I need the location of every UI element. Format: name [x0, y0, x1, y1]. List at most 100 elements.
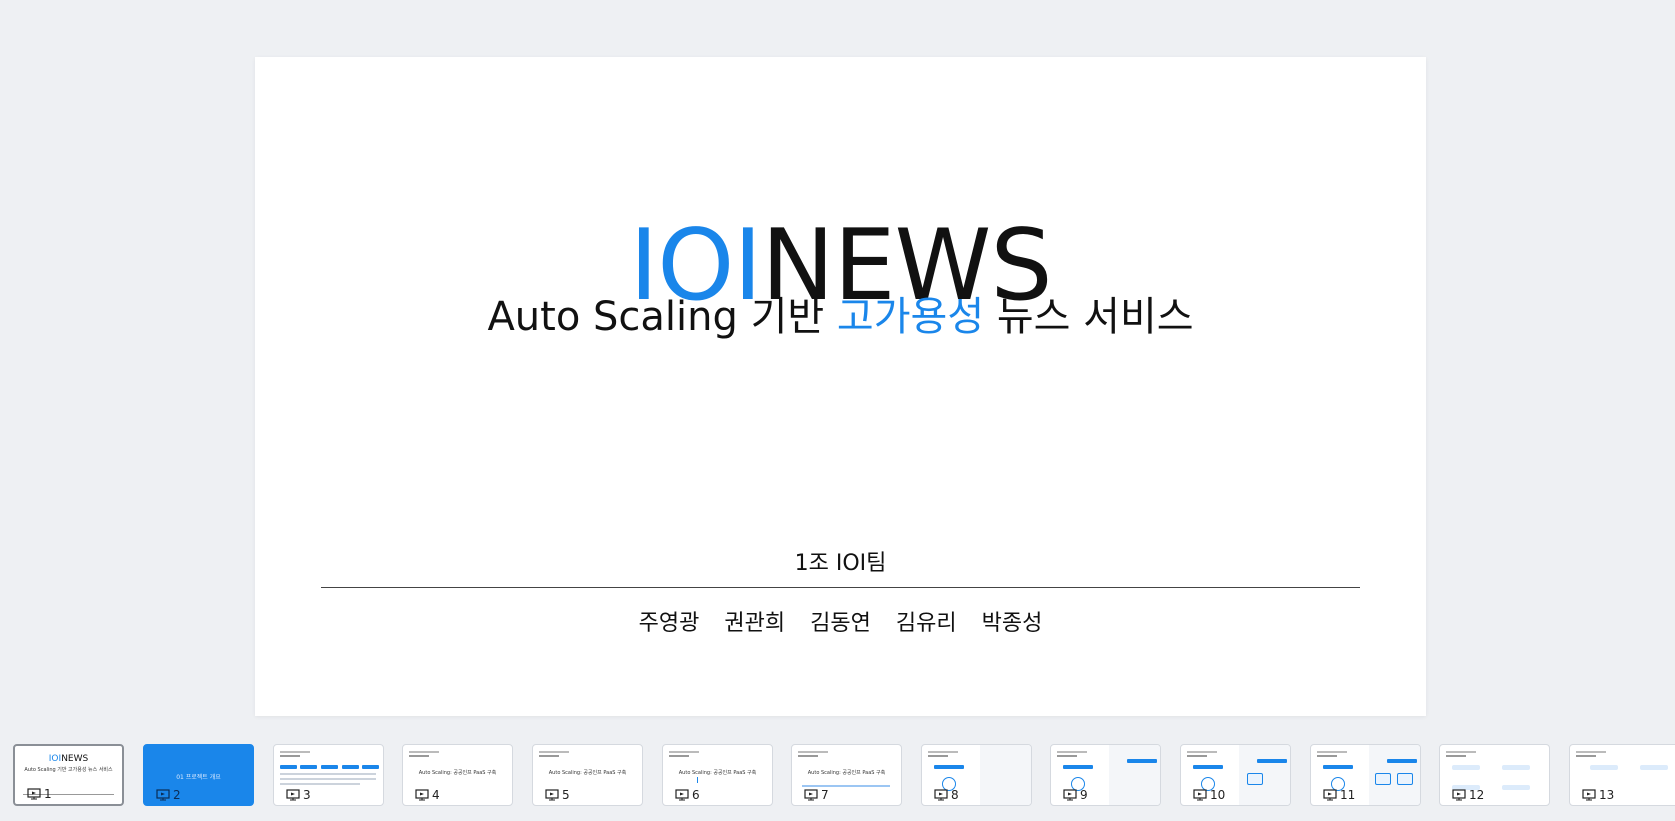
thumb-label: 3 — [286, 788, 311, 802]
thumb-label: 12 — [1452, 788, 1484, 802]
slide-thumbnail-8[interactable]: 8 — [921, 744, 1032, 806]
thumb-number: 2 — [173, 788, 181, 802]
thumb-label: 5 — [545, 788, 570, 802]
thumb-label: 8 — [934, 788, 959, 802]
slide-thumbnail-2[interactable]: 01 프로젝트 개요 2 — [143, 744, 254, 806]
thumb-heading — [280, 751, 310, 753]
thumb-number: 10 — [1210, 788, 1226, 802]
thumb-heading — [928, 755, 948, 757]
thumb-label: 6 — [675, 788, 700, 802]
thumb-heading — [1057, 751, 1087, 753]
thumb-text: Auto Scaling: 공공인프 PaaS 구축 — [678, 770, 757, 776]
member-name: 권관희 — [724, 611, 786, 636]
slide-thumbnail-6[interactable]: Auto Scaling: 공공인프 PaaS 구축 6 — [662, 744, 773, 806]
thumb-bar — [934, 765, 964, 769]
thumb-box — [1590, 765, 1618, 770]
thumb-bar — [300, 765, 317, 769]
slide-thumbnail-13[interactable]: 13 — [1569, 744, 1675, 806]
thumb-bar — [280, 765, 297, 769]
slide-thumbnail-5[interactable]: Auto Scaling: 공공인프 PaaS 구축 5 — [532, 744, 643, 806]
member-name: 김동연 — [810, 611, 871, 636]
thumb-box — [1502, 785, 1530, 790]
thumb-logo: IOINEWS — [15, 754, 122, 764]
subtitle-accent: 고가용성 — [836, 294, 985, 340]
presentation-icon — [1582, 789, 1596, 801]
thumb-panel — [980, 745, 1031, 805]
thumb-label: 13 — [1582, 788, 1614, 802]
slide-thumbnail-3[interactable]: 3 — [273, 744, 384, 806]
slide-subtitle: Auto Scaling 기반 고가용성 뉴스 서비스 — [255, 287, 1426, 347]
thumb-box — [1375, 773, 1391, 785]
slide-canvas[interactable]: IOINEWS Auto Scaling 기반 고가용성 뉴스 서비스 1조 I… — [255, 57, 1426, 716]
presentation-icon — [1323, 789, 1337, 801]
team-members: 주영광 권관희 김동연 김유리 박종성 — [255, 605, 1426, 637]
slide-thumbnail-1[interactable]: IOINEWS Auto Scaling 기반 고가용성 뉴스 서비스 1 — [13, 744, 124, 806]
slide-thumbnail-7[interactable]: Auto Scaling: 공공인프 PaaS 구축 7 — [791, 744, 902, 806]
slide-thumbnail-4[interactable]: Auto Scaling: 공공인프 PaaS 구축 4 — [402, 744, 513, 806]
thumb-heading — [409, 751, 439, 753]
thumb-text: 01 프로젝트 개요 — [176, 774, 221, 781]
slide-thumbnail-10[interactable]: 10 — [1180, 744, 1291, 806]
thumb-logo-news: NEWS — [61, 754, 89, 764]
thumb-heading — [798, 751, 828, 753]
thumb-bar — [1387, 759, 1417, 763]
thumb-subtitle: Auto Scaling 기반 고가용성 뉴스 서비스 — [24, 767, 113, 773]
thumb-heading — [669, 755, 689, 757]
thumb-bar — [362, 765, 379, 769]
thumb-number: 11 — [1340, 788, 1356, 802]
thumb-bar — [1063, 765, 1093, 769]
presentation-icon — [545, 789, 559, 801]
thumb-row — [802, 785, 890, 787]
thumb-bar — [1257, 759, 1287, 763]
presentation-icon — [675, 789, 689, 801]
thumb-heading — [280, 755, 300, 757]
thumb-bar — [321, 765, 338, 769]
slide-thumbnail-9[interactable]: 9 — [1050, 744, 1161, 806]
thumb-box — [1640, 765, 1668, 770]
thumb-heading — [1187, 751, 1217, 753]
thumb-heading — [1317, 755, 1337, 757]
thumb-arrow — [697, 777, 698, 783]
presentation-icon — [934, 789, 948, 801]
thumb-heading — [1576, 755, 1596, 757]
thumb-bar — [1127, 759, 1157, 763]
thumb-logo-ioi: IOI — [48, 754, 62, 764]
team-name: 1조 IOI팀 — [794, 551, 887, 576]
thumb-row — [280, 778, 376, 780]
subtitle-prefix: Auto Scaling 기반 — [487, 294, 837, 340]
thumb-heading — [1057, 755, 1077, 757]
presentation-icon — [415, 789, 429, 801]
thumb-number: 4 — [432, 788, 440, 802]
thumb-heading — [669, 751, 699, 753]
thumb-number: 3 — [303, 788, 311, 802]
presentation-icon — [1063, 789, 1077, 801]
slide-thumbnail-12[interactable]: 12 — [1439, 744, 1550, 806]
thumb-box — [1247, 773, 1263, 785]
thumb-label: 7 — [804, 788, 829, 802]
thumb-row — [280, 783, 360, 785]
thumb-label: 1 — [27, 787, 52, 801]
member-name: 김유리 — [895, 611, 957, 636]
thumb-bar — [1193, 765, 1223, 769]
member-name: 박종성 — [981, 611, 1043, 636]
thumb-label: 2 — [156, 788, 181, 802]
thumb-heading — [1446, 755, 1466, 757]
thumb-number: 5 — [562, 788, 570, 802]
thumb-label: 9 — [1063, 788, 1088, 802]
thumb-number: 13 — [1599, 788, 1615, 802]
thumb-number: 6 — [692, 788, 700, 802]
member-name: 주영광 — [638, 611, 700, 636]
thumb-bar — [1323, 765, 1353, 769]
thumb-heading — [539, 755, 559, 757]
thumb-heading — [1317, 751, 1347, 753]
thumb-number: 9 — [1080, 788, 1088, 802]
thumb-label: 4 — [415, 788, 440, 802]
slide-thumbnail-11[interactable]: 11 — [1310, 744, 1421, 806]
thumb-heading — [928, 751, 958, 753]
presentation-icon — [1452, 789, 1466, 801]
thumb-heading — [1187, 755, 1207, 757]
thumb-text: Auto Scaling: 공공인프 PaaS 구축 — [418, 770, 497, 776]
presentation-icon — [1193, 789, 1207, 801]
thumb-text: Auto Scaling: 공공인프 PaaS 구축 — [548, 770, 627, 776]
thumb-box — [1452, 765, 1480, 770]
